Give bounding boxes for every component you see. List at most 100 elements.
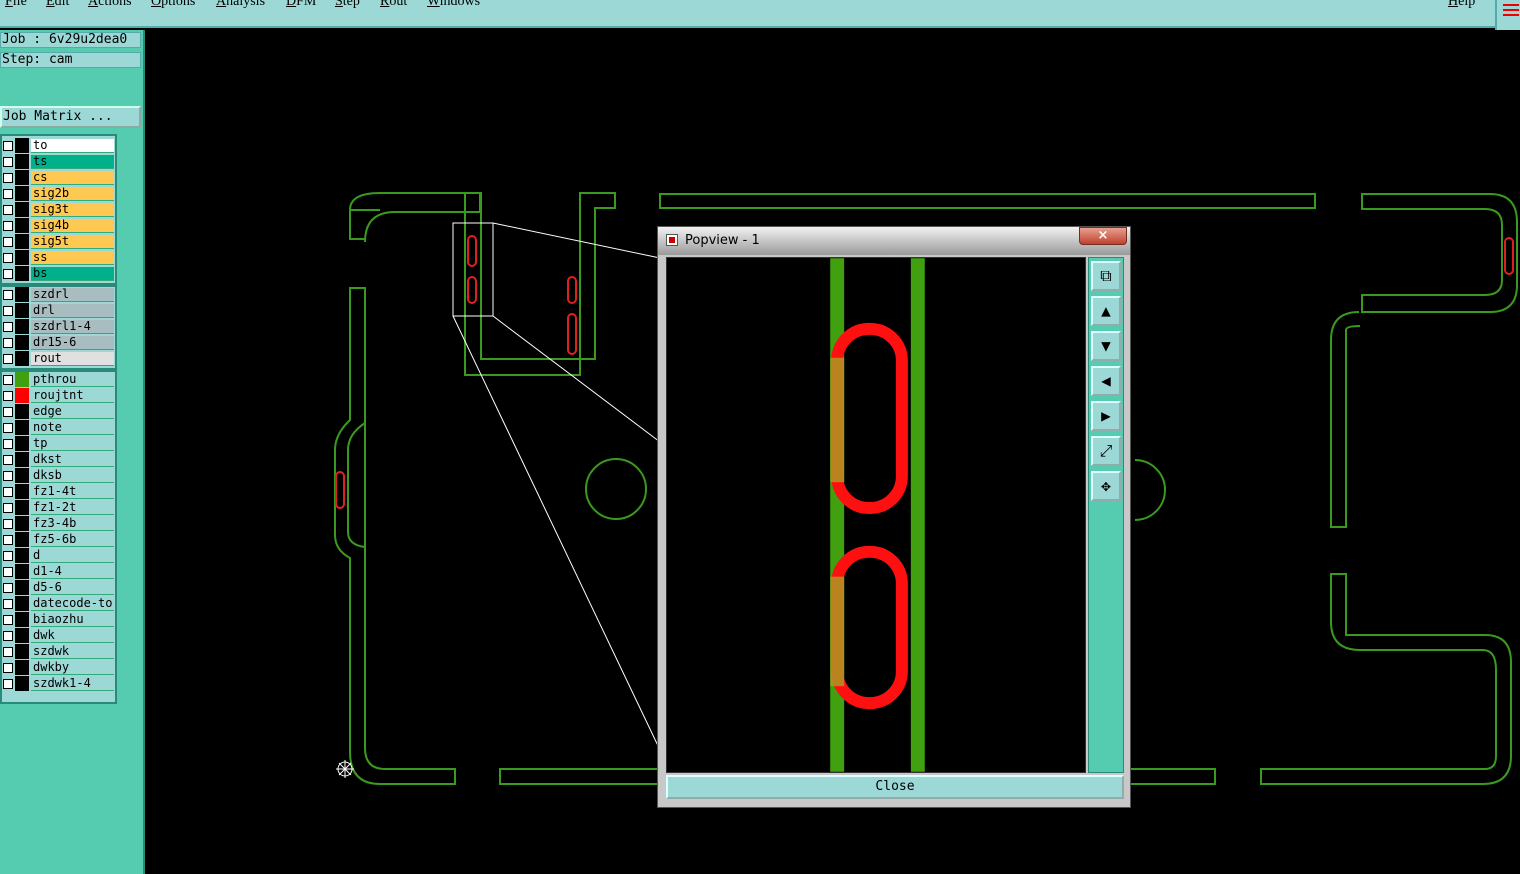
layer-row-d1-4[interactable]: d1-4 bbox=[2, 564, 115, 580]
layer-row-biaozhu[interactable]: biaozhu bbox=[2, 612, 115, 628]
job-matrix-button[interactable]: Job Matrix ... bbox=[0, 106, 141, 128]
layer-checkbox[interactable] bbox=[3, 647, 13, 657]
layer-row-roujtnt[interactable]: roujtnt bbox=[2, 388, 115, 404]
layer-checkbox[interactable] bbox=[3, 290, 13, 300]
layer-row-drl[interactable]: drl bbox=[2, 303, 115, 319]
pan-up-icon[interactable]: ▲ bbox=[1091, 296, 1121, 326]
layer-row-rout[interactable]: rout bbox=[2, 351, 115, 367]
layer-checkbox[interactable] bbox=[3, 455, 13, 465]
layer-checkbox[interactable] bbox=[3, 322, 13, 332]
layer-checkbox[interactable] bbox=[3, 519, 13, 529]
layer-row-sig4b[interactable]: sig4b bbox=[2, 218, 115, 234]
layer-row-fz1-2t[interactable]: fz1-2t bbox=[2, 500, 115, 516]
layer-row-szdwk1-4[interactable]: szdwk1-4 bbox=[2, 676, 115, 692]
layer-row-d[interactable]: d bbox=[2, 548, 115, 564]
layer-row-szdwk[interactable]: szdwk bbox=[2, 644, 115, 660]
popview-graphic[interactable] bbox=[666, 257, 1086, 773]
layer-row-fz1-4t[interactable]: fz1-4t bbox=[2, 484, 115, 500]
layer-checkbox[interactable] bbox=[3, 354, 13, 364]
layer-checkbox[interactable] bbox=[3, 439, 13, 449]
menu-actions[interactable]: Actions bbox=[88, 0, 132, 10]
layer-row-ts[interactable]: ts bbox=[2, 154, 115, 170]
layer-row-sig5t[interactable]: sig5t bbox=[2, 234, 115, 250]
layer-checkbox[interactable] bbox=[3, 663, 13, 673]
zoom-fit-icon[interactable]: ✥ bbox=[1091, 471, 1121, 501]
layer-checkbox[interactable] bbox=[3, 141, 13, 151]
pan-right-icon[interactable]: ▶ bbox=[1091, 401, 1121, 431]
layer-row-fz3-4b[interactable]: fz3-4b bbox=[2, 516, 115, 532]
layer-checkbox[interactable] bbox=[3, 157, 13, 167]
layer-checkbox[interactable] bbox=[3, 567, 13, 577]
layer-checkbox[interactable] bbox=[3, 615, 13, 625]
layer-checkbox[interactable] bbox=[3, 503, 13, 513]
outline-segment bbox=[1361, 193, 1518, 313]
layer-checkbox[interactable] bbox=[3, 221, 13, 231]
layer-checkbox[interactable] bbox=[3, 205, 13, 215]
layer-checkbox[interactable] bbox=[3, 253, 13, 263]
menu-analysis[interactable]: Analysis bbox=[216, 0, 265, 10]
window-close-button[interactable]: × bbox=[1079, 227, 1127, 245]
layer-checkbox[interactable] bbox=[3, 679, 13, 689]
rout-slot-zoomed bbox=[831, 322, 908, 515]
layer-row-edge[interactable]: edge bbox=[2, 404, 115, 420]
layer-checkbox[interactable] bbox=[3, 487, 13, 497]
layer-checkbox[interactable] bbox=[3, 338, 13, 348]
layer-row-d5-6[interactable]: d5-6 bbox=[2, 580, 115, 596]
layer-checkbox[interactable] bbox=[3, 471, 13, 481]
layer-row-sig3t[interactable]: sig3t bbox=[2, 202, 115, 218]
layer-row-fz5-6b[interactable]: fz5-6b bbox=[2, 532, 115, 548]
layer-checkbox[interactable] bbox=[3, 391, 13, 401]
layer-checkbox[interactable] bbox=[3, 631, 13, 641]
layer-row-note[interactable]: note bbox=[2, 420, 115, 436]
menu-step[interactable]: Step bbox=[335, 0, 360, 10]
layer-row-ss[interactable]: ss bbox=[2, 250, 115, 266]
menu-rout[interactable]: Rout bbox=[380, 0, 407, 10]
layer-row-dkst[interactable]: dkst bbox=[2, 452, 115, 468]
layer-color-swatch bbox=[15, 250, 29, 265]
layer-checkbox[interactable] bbox=[3, 173, 13, 183]
zoom-home-icon[interactable]: ⧉ bbox=[1091, 261, 1121, 291]
layer-checkbox[interactable] bbox=[3, 269, 13, 279]
corner-indicator[interactable] bbox=[1495, 0, 1520, 30]
layer-checkbox[interactable] bbox=[3, 583, 13, 593]
outline-segment bbox=[348, 192, 481, 243]
rout-slot-zoomed bbox=[831, 545, 908, 710]
menu-windows[interactable]: Windows bbox=[427, 0, 480, 10]
zoom-out-icon[interactable]: ⤢ bbox=[1091, 436, 1121, 466]
layer-checkbox[interactable] bbox=[3, 306, 13, 316]
layer-row-szdrl[interactable]: szdrl bbox=[2, 287, 115, 303]
layer-checkbox[interactable] bbox=[3, 551, 13, 561]
layer-checkbox[interactable] bbox=[3, 535, 13, 545]
menu-edit[interactable]: Edit bbox=[46, 0, 69, 10]
layer-row-szdrl1-4[interactable]: szdrl1-4 bbox=[2, 319, 115, 335]
layer-row-pthrou[interactable]: pthrou bbox=[2, 372, 115, 388]
layer-row-bs[interactable]: bs bbox=[2, 266, 115, 282]
layer-checkbox[interactable] bbox=[3, 599, 13, 609]
overlap-highlight bbox=[830, 576, 845, 687]
layer-row-cs[interactable]: cs bbox=[2, 170, 115, 186]
layer-color-swatch bbox=[15, 218, 29, 233]
layer-row-dksb[interactable]: dksb bbox=[2, 468, 115, 484]
layer-checkbox[interactable] bbox=[3, 423, 13, 433]
close-button[interactable]: Close bbox=[666, 775, 1124, 799]
layer-checkbox[interactable] bbox=[3, 189, 13, 199]
layer-row-tp[interactable]: tp bbox=[2, 436, 115, 452]
menu-help[interactable]: Help bbox=[1448, 0, 1475, 10]
layer-row-datecode-to[interactable]: datecode-to bbox=[2, 596, 115, 612]
layer-row-dr15-6[interactable]: dr15-6 bbox=[2, 335, 115, 351]
layer-checkbox[interactable] bbox=[3, 375, 13, 385]
menu-file[interactable]: File bbox=[5, 0, 27, 10]
menu-options[interactable]: Options bbox=[151, 0, 195, 10]
layer-row-dwkby[interactable]: dwkby bbox=[2, 660, 115, 676]
pan-left-icon[interactable]: ◀ bbox=[1091, 366, 1121, 396]
layer-row-to[interactable]: to bbox=[2, 138, 115, 154]
layer-name: dksb bbox=[31, 469, 114, 483]
layer-checkbox[interactable] bbox=[3, 407, 13, 417]
layer-row-sig2b[interactable]: sig2b bbox=[2, 186, 115, 202]
popview-titlebar[interactable]: Popview - 1 × bbox=[658, 227, 1130, 255]
layer-color-swatch bbox=[15, 202, 29, 217]
pan-down-icon[interactable]: ▼ bbox=[1091, 331, 1121, 361]
layer-checkbox[interactable] bbox=[3, 237, 13, 247]
menu-dfm[interactable]: DFM bbox=[286, 0, 316, 10]
layer-row-dwk[interactable]: dwk bbox=[2, 628, 115, 644]
